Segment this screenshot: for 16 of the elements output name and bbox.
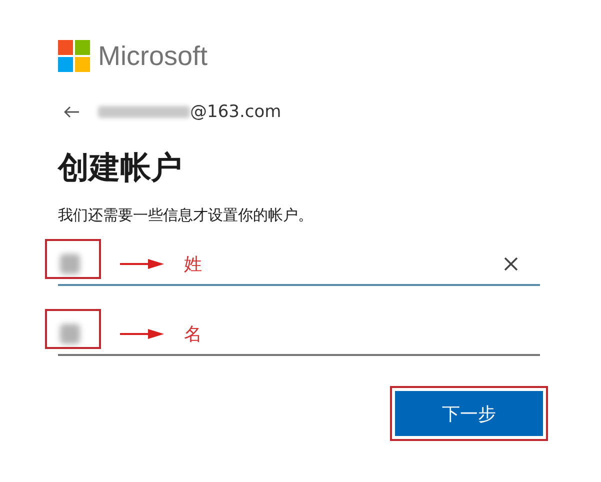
clear-icon[interactable]: [504, 257, 518, 271]
next-button[interactable]: 下一步: [395, 391, 543, 436]
subtitle-text: 我们还需要一些信息才设置你的帐户。: [58, 205, 314, 226]
email-text: @163.com: [190, 102, 282, 122]
back-arrow-icon[interactable]: [64, 106, 80, 118]
logo-text: Microsoft: [98, 40, 208, 72]
redacted-value: [60, 324, 80, 344]
arrow-icon: [120, 258, 164, 270]
redacted-value: [60, 254, 80, 274]
annotation-label: 名: [184, 323, 202, 346]
input-field[interactable]: 名: [58, 314, 540, 356]
input-field[interactable]: 姓: [58, 244, 540, 286]
logo-icon: [58, 40, 90, 72]
arrow-icon: [120, 328, 164, 340]
page-title: 创建帐户: [58, 149, 183, 188]
annotation-label: 姓: [184, 253, 202, 276]
